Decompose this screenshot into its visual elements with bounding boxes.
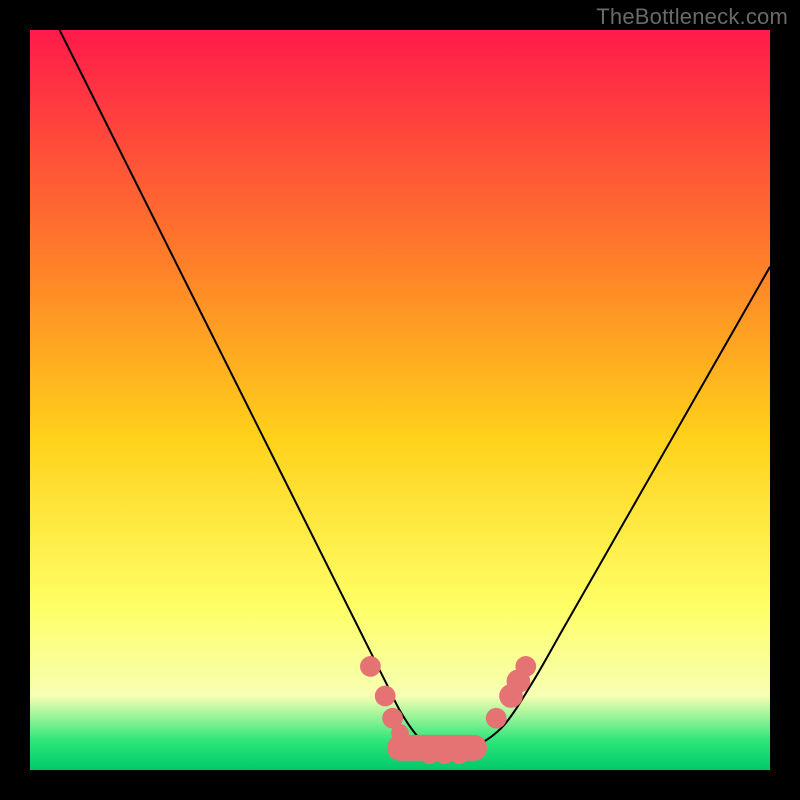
bottleneck-chart-svg: [30, 30, 770, 770]
curve-marker: [391, 724, 409, 742]
plot-area: [30, 30, 770, 770]
chart-frame: TheBottleneck.com: [0, 0, 800, 800]
curve-marker: [360, 656, 381, 677]
curve-marker: [486, 708, 507, 729]
watermark-text: TheBottleneck.com: [596, 4, 788, 30]
curve-marker: [465, 739, 483, 757]
curve-marker: [375, 686, 396, 707]
gradient-background: [30, 30, 770, 770]
curve-marker: [515, 656, 536, 677]
